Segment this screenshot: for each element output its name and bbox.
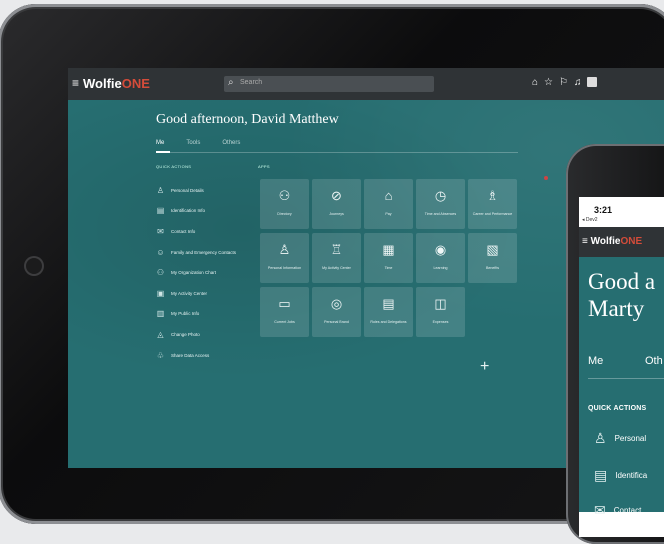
public-info-icon: ▥ — [156, 309, 165, 319]
app-tile-current-jobs[interactable]: ▭ Current Jobs — [260, 287, 309, 337]
phone-screen: 3:21 ◂ Dev2 ≡ WolfieONE Good a Marty Me O… — [579, 197, 664, 537]
app-tile-personal-brand[interactable]: ◎ Personal Brand — [312, 287, 361, 337]
org-chart-icon: ⚇ — [156, 268, 165, 278]
search-icon: ⌕ — [228, 77, 234, 88]
tab-others[interactable]: Others — [222, 140, 240, 146]
quick-action-identification-info[interactable]: ▤ Identification Info — [156, 201, 236, 222]
play-icon: ◉ — [434, 242, 447, 257]
phone-top-bar: ≡ WolfieONE — [579, 227, 664, 257]
bell-icon[interactable]: ♫ — [574, 77, 582, 88]
user-icon: ♙ — [156, 185, 165, 195]
people-icon: ♗ — [486, 188, 499, 203]
phone-status-bar: 3:21 ◂ Dev2 — [579, 197, 664, 227]
quick-action-org-chart[interactable]: ⚇ My Organization Chart — [156, 262, 236, 283]
app-tile-career-performance[interactable]: ♗ Career and Performance — [468, 179, 517, 229]
quick-action-activity-center[interactable]: ▣ My Activity Center — [156, 283, 236, 304]
phone-tab-divider — [588, 378, 664, 379]
user-icon[interactable] — [587, 77, 598, 87]
id-card-icon: ▤ — [156, 206, 165, 216]
home-icon[interactable]: ⌂ — [532, 77, 538, 88]
star-icon[interactable]: ☆ — [544, 77, 553, 88]
quick-actions-list: ♙ Personal Details ▤ Identification Info ✉… — [156, 180, 236, 365]
tab-tools[interactable]: Tools — [186, 140, 200, 146]
active-tab-indicator — [156, 151, 170, 153]
person-lock-icon: ♙ — [278, 242, 291, 257]
clock-icon: ◷ — [434, 188, 447, 203]
greeting-title: Good afternoon, David Matthew — [156, 112, 339, 127]
phone-content: Good a Marty Me Oth QUICK ACTIONS ♙ Person… — [579, 257, 664, 518]
phone-brand-logo[interactable]: ≡ WolfieONE — [582, 236, 642, 247]
quick-action-personal-details[interactable]: ♙ Personal Details — [156, 180, 236, 201]
wallet-icon: ◫ — [434, 296, 447, 311]
mail-icon: ✉ — [594, 502, 606, 518]
app-tile-personal-information[interactable]: ♙ Personal Information — [260, 233, 309, 283]
podium-icon: ♖ — [330, 242, 343, 257]
home-button[interactable] — [24, 256, 44, 276]
quick-action-change-photo[interactable]: ◬ Change Photo — [156, 324, 236, 345]
app-tile-roles-delegations[interactable]: ▤ Roles and Delegations — [364, 287, 413, 337]
quick-action-public-info[interactable]: ▥ My Public Info — [156, 304, 236, 325]
org-icon: ⚇ — [278, 188, 291, 203]
calendar-icon: ▦ — [382, 242, 395, 257]
compass-icon: ⊘ — [331, 188, 342, 203]
menu-icon[interactable]: ≡ — [72, 76, 79, 90]
top-navigation-bar: ≡ WolfieONE ⌕ Search ⌂ ☆ ⚐ ♫ — [68, 68, 664, 100]
share-icon: ♧ — [156, 350, 165, 360]
phone-greeting: Good a Marty — [588, 269, 656, 321]
app-tile-benefits[interactable]: ▧ Benefits — [468, 233, 517, 283]
camera-icon: ◬ — [157, 329, 164, 339]
quick-actions-heading: QUICK ACTIONS — [156, 164, 192, 169]
flag-icon[interactable]: ⚐ — [559, 77, 568, 88]
app-tile-time[interactable]: ▦ Time — [364, 233, 413, 283]
app-tile-pay[interactable]: ⌂ Pay — [364, 179, 413, 229]
back-to-app-link[interactable]: ◂ Dev2 — [582, 217, 598, 223]
document-icon: ▤ — [382, 296, 395, 311]
tab-divider — [156, 152, 518, 153]
status-time: 3:21 — [594, 205, 613, 215]
user-icon: ♙ — [594, 430, 607, 446]
activity-icon: ▣ — [156, 288, 165, 298]
app-tile-activity-center[interactable]: ♖ My Activity Center — [312, 233, 361, 283]
phone-quick-action-identification[interactable]: ▤ Identifica — [594, 467, 647, 484]
briefcase-icon: ▭ — [278, 296, 291, 311]
phone-tab-others[interactable]: Oth — [645, 355, 663, 367]
mail-icon: ✉ — [157, 226, 164, 236]
gift-icon: ▧ — [486, 242, 499, 257]
phone-quick-action-contact[interactable]: ✉ Contact — [594, 502, 641, 519]
bank-icon: ⌂ — [384, 188, 393, 203]
badge-icon: ◎ — [330, 296, 343, 311]
add-app-icon[interactable]: + — [480, 358, 489, 376]
search-input[interactable]: ⌕ Search — [224, 76, 434, 92]
toolbar-icons: ⌂ ☆ ⚐ ♫ — [532, 77, 598, 88]
tab-bar: Me Tools Others — [156, 140, 240, 146]
app-tile-learning[interactable]: ◉ Learning — [416, 233, 465, 283]
tab-me[interactable]: Me — [156, 140, 164, 146]
search-placeholder: Search — [240, 79, 263, 86]
phone-quick-action-personal[interactable]: ♙ Personal — [594, 430, 646, 447]
app-tile-journeys[interactable]: ⊘ Journeys — [312, 179, 361, 229]
app-tile-time-absences[interactable]: ◷ Time and Absences — [416, 179, 465, 229]
app-tile-directory[interactable]: ⚇ Directory — [260, 179, 309, 229]
app-tile-expenses[interactable]: ◫ Expenses — [416, 287, 465, 337]
quick-action-family-contacts[interactable]: ☺ Family and Emergency Contacts — [156, 242, 236, 263]
phone-tab-me[interactable]: Me — [588, 355, 603, 367]
phone-quick-actions-heading: QUICK ACTIONS — [588, 405, 647, 412]
family-icon: ☺ — [156, 247, 165, 257]
quick-action-contact-info[interactable]: ✉ Contact Info — [156, 221, 236, 242]
brand-logo[interactable]: WolfieONE — [83, 76, 150, 91]
apps-heading: APPS — [258, 164, 270, 169]
id-card-icon: ▤ — [594, 467, 608, 483]
quick-action-share-data[interactable]: ♧ Share Data Access — [156, 345, 236, 366]
notification-dot — [544, 176, 548, 180]
